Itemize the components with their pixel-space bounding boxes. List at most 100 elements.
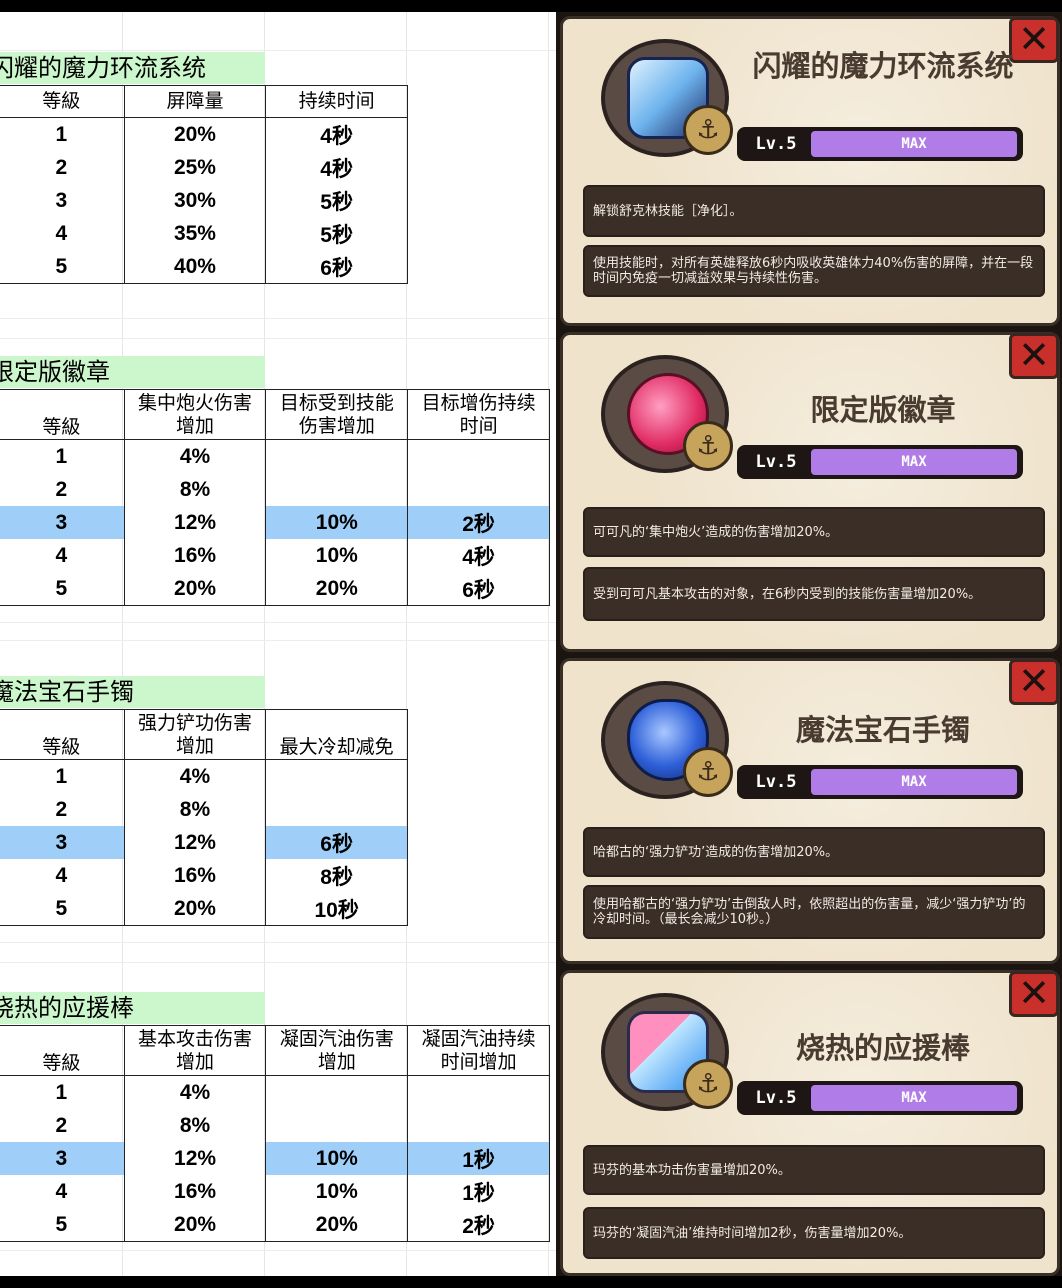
header-col: 目标受到技能 伤害增加 [265,389,409,440]
card-title: 限定版徽章 [810,393,956,427]
card-title: 魔法宝石手镯 [795,713,970,747]
level-bar: Lv.5 MAX [737,445,1023,479]
header-col: 凝固汽油伤害 增加 [265,1025,409,1076]
table-cell: 10% [265,1142,409,1175]
table-cell: 12% [123,506,267,539]
item-card: ✕ ⚓ 闪耀的魔力环流系统 Lv.5 MAX 解锁舒克林技能［净化］。 使用技能… [560,16,1060,326]
table-cell: 5秒 [265,184,408,217]
table-cell: 16% [123,1175,267,1208]
table-cell: 4 [0,859,125,892]
table-cell: 1秒 [407,1175,550,1208]
table-cell: 10秒 [265,892,408,926]
table-cell: 40% [123,250,267,284]
max-status: MAX [811,769,1017,795]
header-col: 目标增伤持续 时间 [407,389,550,440]
bottom-black-bar [0,1276,1062,1288]
effect-description: 玛芬的基本功击伤害量增加20%。 [583,1145,1045,1195]
table-cell: 2秒 [407,506,550,539]
header-col: 屏障量 [123,85,267,118]
table-cell [407,1075,550,1109]
level-bar: Lv.5 MAX [737,765,1023,799]
table-cell: 20% [123,572,267,606]
close-button[interactable]: ✕ [1009,659,1059,705]
max-status: MAX [811,131,1017,157]
anchor-icon: ⚓ [683,747,733,797]
table-cell [407,473,550,506]
anchor-icon: ⚓ [683,105,733,155]
table-cell: 10% [265,506,409,539]
table-cell: 3 [0,826,125,859]
table-cell [265,439,409,473]
table-cell: 20% [123,892,267,926]
header-col: 最大冷却减免 [265,709,408,760]
max-status: MAX [811,449,1017,475]
header-level: 等級 [0,709,125,760]
table-cell: 4秒 [265,151,408,184]
spreadsheet: 闪耀的魔力环流系统 等級 屏障量 持续时间 1 20% 4秒 2 25% 4秒 3 30%… [0,12,556,1276]
effect-description: 受到可可凡基本攻击的对象，在6秒内受到的技能伤害量增加20%。 [583,567,1045,621]
table-cell: 1秒 [407,1142,550,1175]
header-col: 强力铲功伤害 增加 [123,709,267,760]
table-cell [407,1109,550,1142]
table-cell: 1 [0,439,125,473]
header-level: 等級 [0,389,125,440]
table-cell: 25% [123,151,267,184]
table-cell: 4% [123,439,267,473]
close-button[interactable]: ✕ [1009,333,1059,379]
table-cell: 1 [0,759,125,793]
level-label: Lv.5 [755,772,797,792]
table-cell: 1 [0,1075,125,1109]
close-icon: ✕ [1018,333,1050,377]
level-label: Lv.5 [755,134,797,154]
table-cell: 16% [123,539,267,572]
header-col: 凝固汽油持续 时间增加 [407,1025,550,1076]
effect-description: 解锁舒克林技能［净化］。 [583,185,1045,237]
item-card: ✕ ⚓ 烧热的应援棒 Lv.5 MAX 玛芬的基本功击伤害量增加20%。 玛芬的… [560,970,1060,1276]
card-title: 闪耀的魔力环流系统 [752,49,1014,83]
table-cell: 20% [265,572,409,606]
card-title: 烧热的应援棒 [795,1031,970,1065]
section-title: 闪耀的魔力环流系统 [0,52,265,84]
table-cell: 6秒 [265,250,408,284]
anchor-icon: ⚓ [683,1059,733,1109]
table-cell: 20% [123,1208,267,1242]
close-button[interactable]: ✕ [1009,971,1059,1017]
level-bar: Lv.5 MAX [737,1081,1023,1115]
table-cell: 5秒 [265,217,408,250]
table-cell: 16% [123,859,267,892]
level-table: 等級 强力铲功伤害 增加 最大冷却减免 1 4% 2 8% 3 12% 6秒 4 16% 8… [0,709,408,926]
table-cell [265,1075,409,1109]
table-cell: 8% [123,1109,267,1142]
table-cell: 8% [123,793,267,826]
header-col: 基本攻击伤害 增加 [123,1025,267,1076]
item-card: ✕ ⚓ 限定版徽章 Lv.5 MAX 可可凡的‘集中炮火’造成的伤害增加20%。… [560,332,1060,652]
table-cell: 3 [0,506,125,539]
table-cell: 10% [265,539,409,572]
level-table: 等級 屏障量 持续时间 1 20% 4秒 2 25% 4秒 3 30% 5秒 4 35% 5秒 … [0,85,408,284]
table-cell [265,473,409,506]
table-cell: 6秒 [407,572,550,606]
table-cell [407,439,550,473]
section-title: 魔法宝石手镯 [0,676,265,708]
table-cell: 6秒 [265,826,408,859]
level-label: Lv.5 [755,452,797,472]
table-cell: 2 [0,473,125,506]
table-cell: 5 [0,1208,125,1242]
table-cell: 4 [0,217,125,250]
table-cell: 12% [123,1142,267,1175]
table-cell: 8秒 [265,859,408,892]
table-cell: 2 [0,151,125,184]
max-status: MAX [811,1085,1017,1111]
level-bar: Lv.5 MAX [737,127,1023,161]
effect-description: 玛芬的‘凝固汽油’维持时间增加2秒，伤害量增加20%。 [583,1207,1045,1259]
section-title: 限定版徽章 [0,356,265,388]
table-cell: 5 [0,892,125,926]
top-black-bar [0,0,1062,12]
table-cell: 8% [123,473,267,506]
table-cell: 10% [265,1175,409,1208]
table-cell: 20% [123,117,267,151]
table-cell: 4秒 [407,539,550,572]
table-cell: 30% [123,184,267,217]
close-icon: ✕ [1018,659,1050,703]
effect-description: 使用哈都古的‘强力铲功’击倒敌人时，依照超出的伤害量，减少‘强力铲功’的冷却时间… [583,885,1045,939]
